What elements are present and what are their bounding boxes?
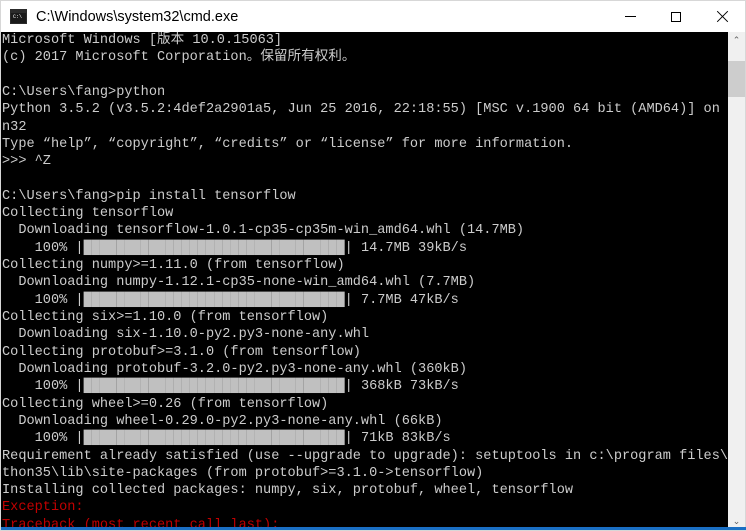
- console-line-segment: Collecting protobuf>=3.1.0 (from tensorf…: [2, 344, 361, 360]
- scroll-up-arrow-icon[interactable]: ⌃: [728, 32, 745, 49]
- scrollbar-thumb[interactable]: [728, 61, 745, 97]
- console-line-segment: thon35\lib\site-packages (from protobuf>…: [2, 465, 484, 481]
- console-line-segment: 100% |: [2, 292, 84, 308]
- console-line-segment: Downloading protobuf-3.2.0-py2.py3-none-…: [2, 361, 467, 377]
- window-controls: [607, 1, 745, 32]
- progress-bar: ████████████████████████████████: [83, 240, 345, 256]
- console-line-segment: | 71kB 83kB/s: [344, 431, 451, 447]
- console-line-segment: Collecting wheel>=0.26 (from tensorflow): [2, 396, 329, 412]
- maximize-icon: [671, 11, 681, 22]
- console-line-segment: 100% |: [2, 431, 84, 447]
- minimize-button[interactable]: [607, 1, 653, 32]
- taskbar-strip: [1, 527, 746, 530]
- console-line-segment: Collecting tensorflow: [2, 206, 174, 222]
- maximize-button[interactable]: [653, 1, 699, 32]
- console-line-segment: Exception:: [2, 500, 84, 516]
- console-line-segment: Python 3.5.2 (v3.5.2:4def2a2901a5, Jun 2…: [2, 102, 727, 118]
- progress-bar: ████████████████████████████████: [83, 292, 345, 308]
- console-line-segment: | 368kB 73kB/s: [344, 379, 459, 395]
- scrollbar-track[interactable]: [728, 49, 745, 513]
- console-line-segment: 100% |: [2, 379, 84, 395]
- console-line-segment: n32: [2, 119, 27, 135]
- console-line-segment: | 14.7MB 39kB/s: [344, 240, 467, 256]
- window-title: C:\Windows\system32\cmd.exe: [36, 9, 239, 25]
- cmd-window: C:\ C:\Windows\system32\cmd.exe Microsof…: [0, 0, 746, 531]
- close-icon: [716, 11, 728, 23]
- close-button[interactable]: [699, 1, 745, 32]
- progress-bar: ████████████████████████████████: [83, 431, 345, 447]
- title-bar[interactable]: C:\ C:\Windows\system32\cmd.exe: [1, 1, 745, 32]
- console-line-segment: Downloading wheel-0.29.0-py2.py3-none-an…: [2, 413, 443, 429]
- progress-bar: ████████████████████████████████: [83, 379, 345, 395]
- console-line-segment: Collecting numpy>=1.11.0 (from tensorflo…: [2, 258, 345, 274]
- console-line-segment: C:\Users\fang>pip install tensorflow: [2, 188, 296, 204]
- console-area: Microsoft Windows [版本 10.0.15063] (c) 20…: [1, 32, 745, 530]
- console-line-segment: Downloading tensorflow-1.0.1-cp35-cp35m-…: [2, 223, 525, 239]
- console-line-segment: C:\Users\fang>python: [2, 84, 166, 100]
- console-line-segment: Installing collected packages: numpy, si…: [2, 483, 574, 499]
- console-line-segment: 100% |: [2, 240, 84, 256]
- console-line-segment: Microsoft Windows [版本 10.0.15063]: [2, 33, 283, 48]
- console-line-segment: Requirement already satisfied (use --upg…: [2, 448, 727, 464]
- minimize-icon: [624, 16, 636, 17]
- console-line-segment: Collecting six>=1.10.0 (from tensorflow): [2, 310, 329, 325]
- console-line-segment: Downloading six-1.10.0-py2.py3-none-any.…: [2, 327, 370, 343]
- cmd-icon-prompt-glyph: C:\: [13, 14, 23, 20]
- console-line-segment: >>> ^Z: [2, 154, 51, 170]
- console-line-segment: (c) 2017 Microsoft Corporation。保留所有权利。: [2, 50, 356, 66]
- console-line-segment: | 7.7MB 47kB/s: [344, 292, 459, 308]
- console-output[interactable]: Microsoft Windows [版本 10.0.15063] (c) 20…: [1, 32, 727, 530]
- console-line-segment: Downloading numpy-1.12.1-cp35-none-win_a…: [2, 275, 476, 291]
- vertical-scrollbar[interactable]: ⌃ ⌄: [727, 32, 745, 530]
- cmd-console-icon: C:\: [10, 9, 27, 24]
- console-text: Microsoft Windows [版本 10.0.15063] (c) 20…: [1, 32, 727, 530]
- console-line-segment: Type “help”, “copyright”, “credits” or “…: [2, 136, 574, 152]
